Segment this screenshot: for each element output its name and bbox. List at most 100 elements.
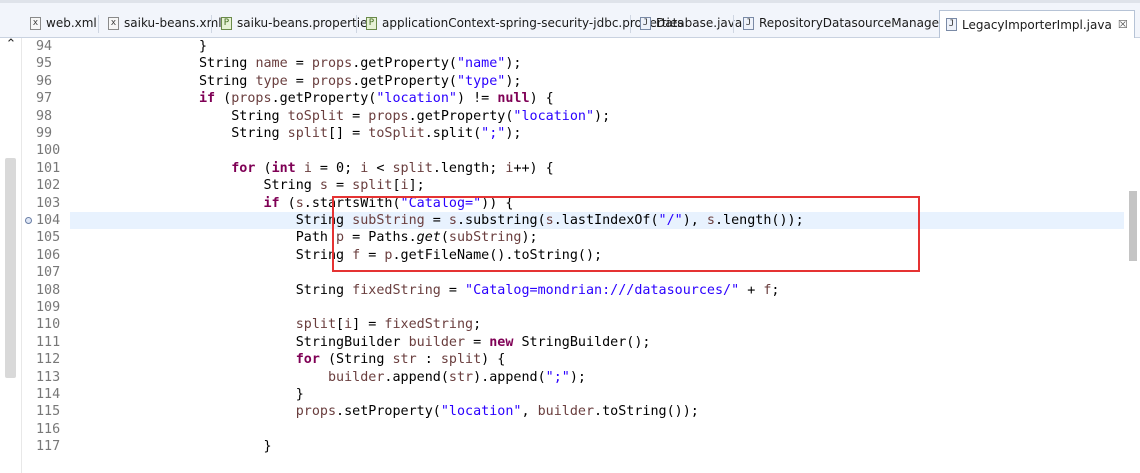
code-token: = [440,282,466,298]
code-token: [] = [327,126,369,141]
chevron-up-icon[interactable]: ⌃ [5,37,17,52]
code-token: [ [336,317,345,333]
tab-label: applicationContext-spring-security-jdbc.… [382,16,684,30]
code-token: } [70,439,272,455]
code-token: split [287,126,328,141]
code-line[interactable]: props.setProperty("location", builder.to… [70,403,699,420]
code-token: new [489,334,514,350]
editor-tab-bar: x web.xml x saiku-beans.xml P saiku-bean… [0,3,1140,38]
tab-web-xml[interactable]: x web.xml [30,11,97,35]
overview-ruler-thumb[interactable] [1129,191,1137,261]
code-token: } [70,39,208,54]
code-token: toSplit [368,126,425,141]
code-token: ) { [481,352,506,368]
tab-legacyimporterimpl-java[interactable]: J LegacyImporterImpl.java ☒ [939,10,1135,38]
code-token: split [392,160,433,176]
line-number: 110 [36,317,61,333]
line-number-gutter: 94 95 96 97 98 99 100 101 102 103 104 105 106 107 108 1… [22,38,66,473]
code-token: i [400,178,409,194]
line-number: 101 [36,160,61,176]
code-token: builder [537,404,595,420]
code-line[interactable]: for (String str : split) { [70,351,506,368]
line-number: 94 [36,39,53,54]
line-number: 113 [36,369,61,385]
code-token: .setProperty( [336,404,441,420]
code-line[interactable]: String s = split[i]; [70,177,425,194]
line-number: 111 [36,334,61,350]
code-line[interactable]: } [70,386,304,403]
code-token: s [319,178,328,194]
right-overview-ruler[interactable] [1126,38,1140,473]
code-token: = [287,56,312,72]
code-token: .toString()); [594,404,699,420]
code-line[interactable]: StringBuilder builder = new StringBuilde… [70,334,651,351]
code-token: ).append( [473,369,546,385]
code-token: = 0; [311,160,361,176]
code-token: ";" [481,126,506,141]
code-line[interactable]: String name = props.getProperty("name"); [70,55,522,72]
code-line[interactable]: } [70,38,207,55]
code-token: ); [569,369,586,385]
code-token: builder [327,369,385,385]
code-line[interactable]: for (int i = 0; i < split.length; i++) { [70,160,554,177]
code-line[interactable]: String type = props.getProperty("type"); [70,73,522,90]
xml-file-icon: x [108,16,119,30]
tab-database-java[interactable]: J Database.java [640,11,742,35]
code-token: ( [279,195,296,211]
tab-saiku-beans-xml[interactable]: x saiku-beans.xml [108,11,222,35]
code-token: split [440,352,482,368]
line-number: 98 [36,108,53,124]
code-token: props [231,91,272,107]
tab-label: LegacyImporterImpl.java [962,17,1112,32]
code-token: } [70,387,304,402]
line-number: 115 [36,404,61,420]
code-line[interactable]: if (props.getProperty("location") != nul… [70,90,554,107]
code-line[interactable]: split[i] = fixedString; [70,316,481,333]
code-token: StringBuilder [70,334,409,350]
tab-saiku-beans-properties[interactable]: P saiku-beans.properties [221,11,374,35]
code-line[interactable]: String split[] = toSplit.split(";"); [70,125,521,142]
code-token: .getProperty( [352,73,457,89]
code-token: ]; [408,178,425,194]
code-token: ); [505,73,522,89]
code-token: ++) { [513,160,554,176]
code-token: "Catalog=mondrian:///datasources/" [465,282,740,298]
tab-label: saiku-beans.properties [237,16,374,30]
line-number: 100 [36,143,61,159]
close-icon[interactable]: ☒ [1118,18,1128,31]
line-number: 117 [36,439,61,455]
line-number: 96 [36,73,53,89]
code-token: int [271,160,296,176]
code-token: i [303,160,312,176]
tab-label: saiku-beans.xml [124,16,222,30]
left-overview-ruler: ⌃ [0,37,22,473]
tab-repositorydatasourcemanager-java[interactable]: J RepositoryDatasourceManager.java [743,11,972,35]
code-token: String [70,247,353,263]
code-token: props [311,56,353,72]
code-token: .getProperty( [408,108,514,124]
code-line[interactable]: builder.append(str).append(";"); [70,369,586,386]
tab-separator [98,15,99,33]
properties-file-icon: P [366,16,377,30]
code-token: "location" [513,108,595,124]
line-number: 107 [36,265,61,281]
code-token: if [263,195,280,211]
tab-separator [630,15,631,33]
code-line[interactable]: } [70,438,272,455]
code-token: type [255,73,288,89]
code-token: props [311,73,353,89]
tab-applicationcontext-properties[interactable]: P applicationContext-spring-security-jdb… [366,11,683,35]
code-line[interactable]: String fixedString = "Catalog=mondrian:/… [70,282,780,299]
line-number: 99 [36,126,53,141]
tab-label: Database.java [656,16,743,30]
code-line[interactable]: String toSplit = props.getProperty("loca… [70,108,610,125]
line-number: 112 [36,352,61,368]
vertical-scrollbar-thumb[interactable] [5,158,16,378]
code-token: str [448,369,474,385]
line-number: 104 [36,213,61,228]
code-token: "type" [457,73,506,89]
